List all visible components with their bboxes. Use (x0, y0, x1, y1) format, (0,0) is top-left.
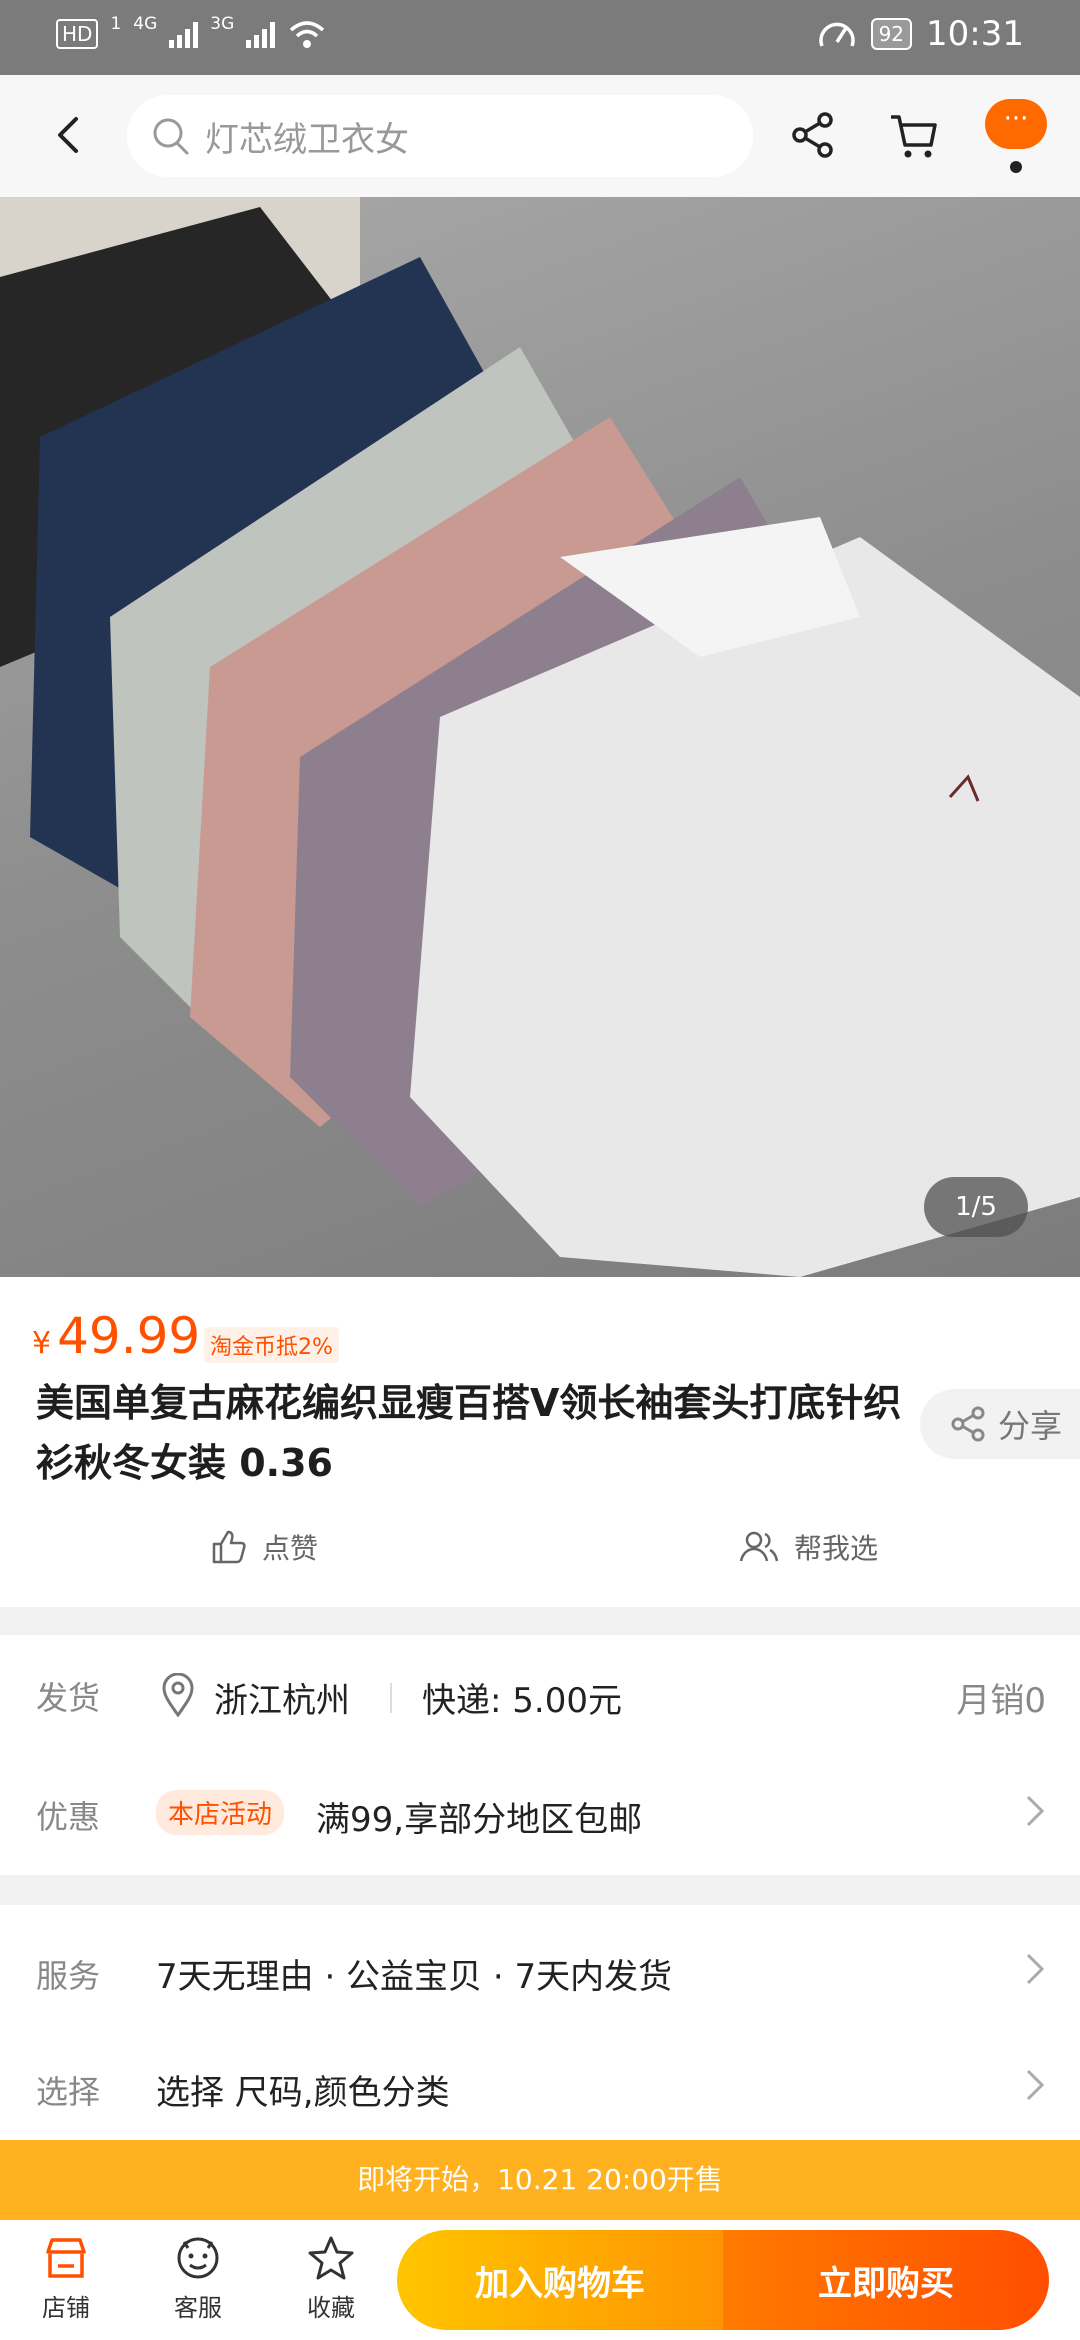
search-icon (153, 118, 189, 155)
battery-icon: 92 (870, 18, 913, 50)
hd-icon: HD (56, 19, 99, 49)
speed-icon (818, 22, 855, 47)
product-info-card: ¥ 49.99 淘金币抵2% 美国单复古麻花编织显瘦百搭V领长袖套头打底针织衫秋… (0, 1277, 1080, 1607)
favorite-tab[interactable]: 收藏 (281, 2234, 381, 2323)
more-button[interactable]: ··· (985, 99, 1047, 149)
service-text: 7天无理由 · 公益宝贝 · 7天内发货 (156, 1957, 673, 1997)
network-4g-label: 4G (133, 14, 158, 34)
back-button[interactable] (40, 105, 94, 165)
share-label: 分享 (998, 1407, 1063, 1445)
shop-tab[interactable]: 店铺 (16, 2234, 116, 2323)
options-text: 选择 尺码,颜色分类 (156, 2073, 450, 2113)
price: ¥ 49.99 (32, 1307, 200, 1365)
favorite-label: 收藏 (307, 2294, 355, 2322)
customer-service-label: 客服 (174, 2294, 222, 2322)
shipping-label: 发货 (36, 1679, 101, 1717)
chat-face-icon (177, 2237, 219, 2279)
chevron-left-icon (58, 117, 78, 153)
sim-label: 1 (110, 14, 122, 34)
sweaters-illustration (0, 197, 1080, 1277)
star-icon (308, 2236, 354, 2280)
cart-icon (891, 115, 937, 158)
chevron-right-icon (1026, 2069, 1045, 2101)
share-icon (792, 112, 833, 158)
product-image[interactable]: 1/5 (0, 197, 1080, 1277)
divider (390, 1683, 392, 1713)
promo-label: 优惠 (36, 1798, 101, 1836)
shop-tab-label: 店铺 (42, 2294, 90, 2322)
share-pill-button[interactable]: 分享 (920, 1389, 1080, 1459)
service-card: 服务 7天无理由 · 公益宝贝 · 7天内发货 选择 选择 尺码,颜色分类 (0, 1905, 1080, 2140)
shop-activity-tag: 本店活动 (156, 1790, 285, 1835)
like-label: 点赞 (262, 1532, 319, 1565)
service-label: 服务 (36, 1957, 101, 1995)
coin-discount-tag: 淘金币抵2% (204, 1327, 339, 1363)
ship-from-location: 浙江杭州 (214, 1681, 350, 1721)
help-choose-button[interactable]: 帮我选 (738, 1527, 878, 1567)
top-nav: 灯芯绒卫衣女 ··· (0, 75, 1080, 197)
location-pin-icon (162, 1673, 194, 1717)
cart-button[interactable] (883, 105, 943, 165)
people-icon (739, 1531, 779, 1562)
clock: 10:31 (926, 14, 1024, 54)
help-choose-label: 帮我选 (794, 1532, 879, 1565)
chevron-right-icon (1026, 1953, 1045, 1985)
search-input[interactable]: 灯芯绒卫衣女 (127, 95, 753, 177)
chevron-right-icon (1026, 1795, 1045, 1827)
thumbs-up-icon (212, 1530, 246, 1564)
options-label: 选择 (36, 2073, 101, 2111)
store-icon (46, 2238, 86, 2278)
customer-service-tab[interactable]: 客服 (148, 2234, 248, 2323)
signal-icon (169, 20, 199, 48)
image-page-indicator: 1/5 (924, 1177, 1028, 1237)
shipping-card: 发货 浙江杭州 快递: 5.00元 月销0 优惠 本店活动 满99,享部分地区包… (0, 1635, 1080, 1875)
price-value: 49.99 (57, 1307, 201, 1365)
promo-text: 满99,享部分地区包邮 (316, 1800, 643, 1840)
network-3g-label: 3G (210, 14, 235, 34)
currency-symbol: ¥ (32, 1326, 52, 1361)
product-title: 美国单复古麻花编织显瘦百搭V领长袖套头打底针织衫秋冬女装 0.36 (36, 1381, 902, 1485)
sale-start-banner: 即将开始，10.21 20:00开售 (0, 2140, 1080, 2220)
share-icon (951, 1406, 985, 1442)
express-fee: 快递: 5.00元 (422, 1681, 622, 1721)
notification-dot (1010, 161, 1022, 173)
bottom-action-bar: 店铺 客服 收藏 加入购物车 立即购买 (0, 2220, 1080, 2340)
add-to-cart-button[interactable]: 加入购物车 (397, 2230, 723, 2330)
monthly-sales: 月销0 (956, 1681, 1046, 1721)
wifi-icon (290, 21, 325, 48)
signal-icon-2 (246, 20, 276, 48)
search-placeholder: 灯芯绒卫衣女 (205, 119, 409, 160)
share-button[interactable] (783, 105, 843, 165)
like-button[interactable]: 点赞 (210, 1527, 318, 1567)
status-bar: HD 1 4G 3G 92 10:31 (0, 0, 1080, 75)
buy-now-button[interactable]: 立即购买 (723, 2230, 1049, 2330)
